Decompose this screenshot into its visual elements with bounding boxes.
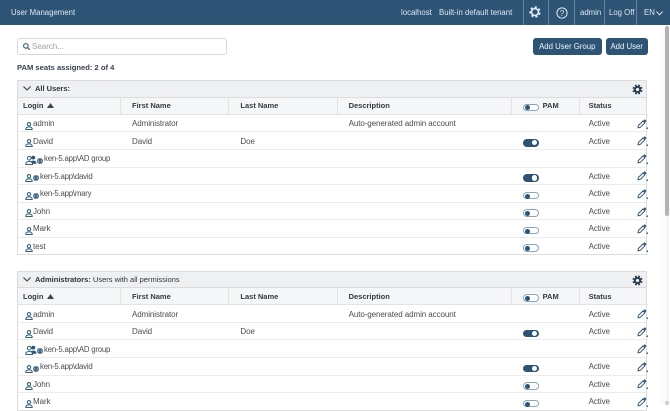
svg-text:?: ? [560, 8, 565, 17]
